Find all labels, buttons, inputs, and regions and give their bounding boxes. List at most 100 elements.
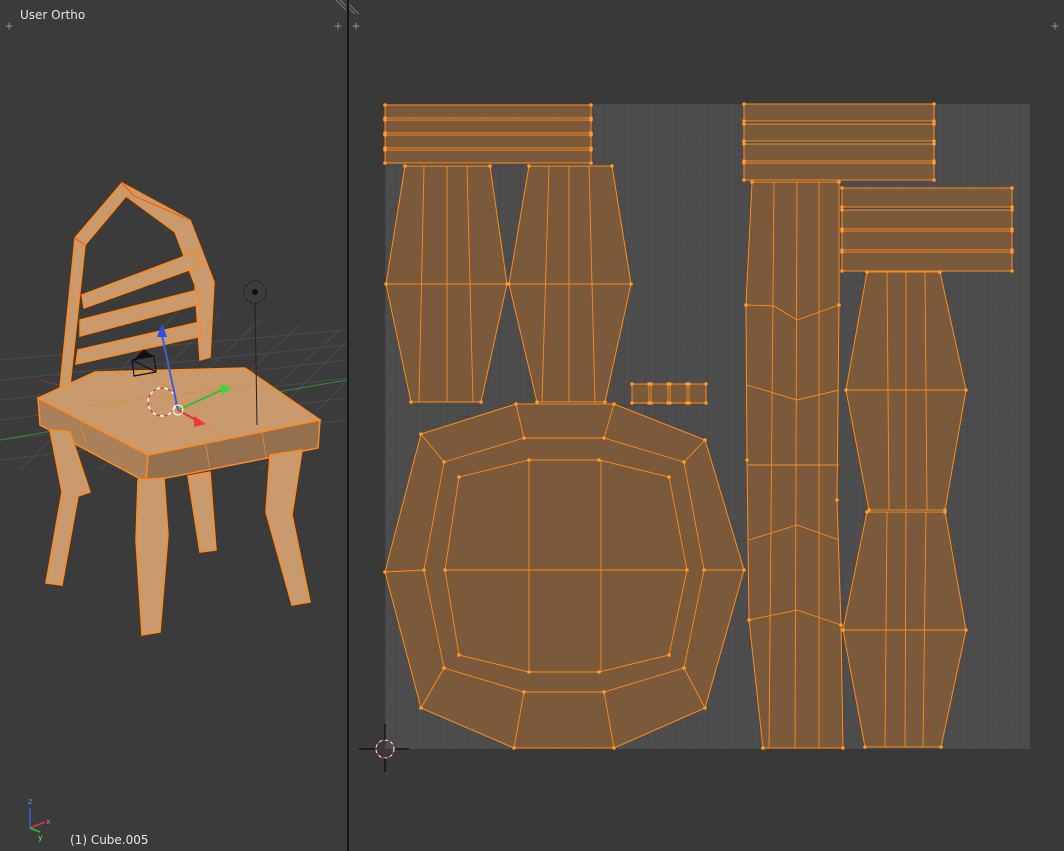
uv-canvas[interactable] xyxy=(349,0,1064,851)
uv-vertex[interactable] xyxy=(442,666,446,670)
uv-vertex[interactable] xyxy=(589,148,593,152)
uv-vertex[interactable] xyxy=(840,208,844,212)
uv-vertex[interactable] xyxy=(667,653,671,657)
uv-vertex[interactable] xyxy=(865,270,869,274)
uv-vertex[interactable] xyxy=(835,498,839,502)
uv-vertex[interactable] xyxy=(383,103,387,107)
uv-vertex[interactable] xyxy=(442,460,446,464)
uv-vertex[interactable] xyxy=(837,180,841,184)
uv-vertex[interactable] xyxy=(419,432,423,436)
uv-vertex[interactable] xyxy=(840,186,844,190)
uv-vertex[interactable] xyxy=(704,401,708,405)
uv-vertex[interactable] xyxy=(612,746,616,750)
uv-vertex[interactable] xyxy=(1010,186,1014,190)
uv-vertex[interactable] xyxy=(649,382,653,386)
uv-vertex[interactable] xyxy=(667,475,671,479)
uv-vertex[interactable] xyxy=(761,746,765,750)
uv-vertex[interactable] xyxy=(602,690,606,694)
3d-scene[interactable]: z x y xyxy=(0,0,347,851)
uv-vertex[interactable] xyxy=(649,401,653,405)
uv-vertex[interactable] xyxy=(668,382,672,386)
uv-vertex[interactable] xyxy=(507,282,511,286)
uv-vertex[interactable] xyxy=(844,388,848,392)
uv-vertex[interactable] xyxy=(839,623,843,627)
uv-vertex[interactable] xyxy=(932,178,936,182)
uv-vertex[interactable] xyxy=(742,142,746,146)
uv-vertex[interactable] xyxy=(841,746,845,750)
uv-vertex[interactable] xyxy=(703,438,707,442)
uv-vertex[interactable] xyxy=(685,568,689,572)
uv-vertex[interactable] xyxy=(629,282,633,286)
uv-vertex[interactable] xyxy=(1010,208,1014,212)
uv-vertex[interactable] xyxy=(840,269,844,273)
uv-vertex[interactable] xyxy=(745,458,749,462)
uv-vertex[interactable] xyxy=(865,510,869,514)
uv-vertex[interactable] xyxy=(840,229,844,233)
uv-vertex[interactable] xyxy=(668,401,672,405)
uv-vertex[interactable] xyxy=(742,178,746,182)
uv-vertex[interactable] xyxy=(837,303,841,307)
uv-vertex[interactable] xyxy=(938,270,942,274)
uv-vertex[interactable] xyxy=(527,164,531,168)
uv-vertex[interactable] xyxy=(964,388,968,392)
uv-vertex[interactable] xyxy=(383,148,387,152)
uv-vertex[interactable] xyxy=(383,570,387,574)
uv-vertex[interactable] xyxy=(682,460,686,464)
uv-vertex[interactable] xyxy=(383,161,387,165)
uv-vertex[interactable] xyxy=(742,102,746,106)
uv-vertex[interactable] xyxy=(742,122,746,126)
uv-vertex[interactable] xyxy=(514,402,518,406)
uv-vertex[interactable] xyxy=(589,118,593,122)
uv-vertex[interactable] xyxy=(863,745,867,749)
uv-vertex[interactable] xyxy=(703,706,707,710)
uv-vertex[interactable] xyxy=(744,303,748,307)
uv-vertex[interactable] xyxy=(932,161,936,165)
uv-vertex[interactable] xyxy=(687,401,691,405)
uv-vertex[interactable] xyxy=(512,746,516,750)
uv-vertex[interactable] xyxy=(443,568,447,572)
uv-vertex[interactable] xyxy=(589,161,593,165)
uv-vertex[interactable] xyxy=(409,400,413,404)
uv-vertex[interactable] xyxy=(457,475,461,479)
uv-vertex[interactable] xyxy=(742,568,746,572)
uv-vertex[interactable] xyxy=(932,102,936,106)
uv-vertex[interactable] xyxy=(597,458,601,462)
uv-vertex[interactable] xyxy=(612,402,616,406)
uv-editor[interactable]: + + xyxy=(349,0,1064,851)
uv-vertex[interactable] xyxy=(522,690,526,694)
uv-vertex[interactable] xyxy=(589,103,593,107)
uv-vertex[interactable] xyxy=(932,142,936,146)
uv-vertex[interactable] xyxy=(747,618,751,622)
uv-vertex[interactable] xyxy=(589,133,593,137)
uv-vertex[interactable] xyxy=(527,670,531,674)
uv-vertex[interactable] xyxy=(630,401,634,405)
uv-vertex[interactable] xyxy=(535,400,539,404)
uv-vertex[interactable] xyxy=(602,436,606,440)
uv-vertex[interactable] xyxy=(1010,269,1014,273)
3d-viewport[interactable]: + + User Ortho z x y (1) Cube.005 xyxy=(0,0,347,851)
uv-vertex[interactable] xyxy=(527,458,531,462)
uv-vertex[interactable] xyxy=(840,250,844,254)
uv-vertex[interactable] xyxy=(682,666,686,670)
uv-vertex[interactable] xyxy=(610,164,614,168)
uv-vertex[interactable] xyxy=(597,670,601,674)
uv-vertex[interactable] xyxy=(383,133,387,137)
uv-vertex[interactable] xyxy=(384,282,388,286)
uv-vertex[interactable] xyxy=(704,382,708,386)
uv-vertex[interactable] xyxy=(841,628,845,632)
uv-vertex[interactable] xyxy=(932,122,936,126)
uv-vertex[interactable] xyxy=(742,161,746,165)
uv-vertex[interactable] xyxy=(383,118,387,122)
uv-vertex[interactable] xyxy=(964,628,968,632)
uv-vertex[interactable] xyxy=(488,164,492,168)
uv-vertex[interactable] xyxy=(630,382,634,386)
uv-vertex[interactable] xyxy=(1010,229,1014,233)
uv-vertex[interactable] xyxy=(457,653,461,657)
uv-vertex[interactable] xyxy=(522,436,526,440)
uv-vertex[interactable] xyxy=(702,568,706,572)
uv-vertex[interactable] xyxy=(403,164,407,168)
uv-vertex[interactable] xyxy=(750,180,754,184)
uv-vertex[interactable] xyxy=(687,382,691,386)
uv-vertex[interactable] xyxy=(603,400,607,404)
uv-vertex[interactable] xyxy=(939,745,943,749)
